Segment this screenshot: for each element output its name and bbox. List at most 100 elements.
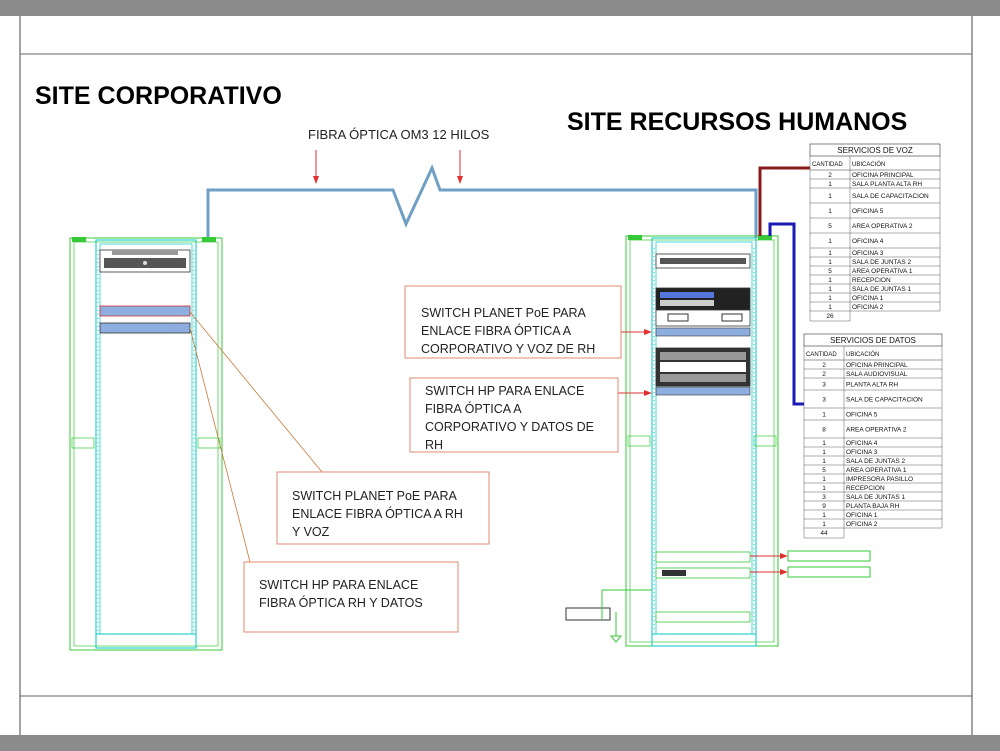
callout-hp-rh: SWITCH HP PARA ENLACE FIBRA ÓPTICA A COR…	[409, 377, 619, 453]
title-site-rh: SITE RECURSOS HUMANOS	[567, 108, 907, 136]
rh-callout-arrows	[618, 329, 652, 396]
table-row: 1 OFICINA 5	[804, 412, 942, 421]
table-total: 26	[826, 313, 834, 320]
table-row: 1 OFICINA 2	[804, 521, 942, 529]
fiber-optic-link	[206, 164, 758, 238]
table-cell-cantidad: 1	[828, 181, 832, 188]
table-cell-ubicacion: RECEPCION	[846, 485, 885, 492]
table-servicios-voz: SERVICIOS DE VOZ CANTIDAD UBICACIÓN 2 OFICIN…	[809, 143, 941, 322]
table-cell-ubicacion: SALA PLANTA ALTA RH	[852, 181, 922, 188]
callout-hp-corp: SWITCH HP PARA ENLACE FIBRA ÓPTICA RH Y …	[243, 561, 459, 633]
svg-text:FIBRA ÓPTICA RH Y DATOS: FIBRA ÓPTICA RH Y DATOS	[259, 595, 423, 610]
table-cell-cantidad: 2	[822, 371, 826, 378]
rack-rh-equipment	[655, 253, 751, 623]
table-row: 3 PLANTA ALTA RH	[804, 382, 942, 391]
table-cell-cantidad: 1	[822, 521, 826, 528]
table-header-ubicacion: UBICACIÓN	[852, 161, 885, 168]
table-cell-ubicacion: OFICINA PRINCIPAL	[852, 172, 914, 179]
table-cell-ubicacion: AREA OPERATIVA 2	[846, 427, 907, 434]
table-row: 1 OFICINA 2	[810, 304, 940, 312]
callout-planet-rh: SWITCH PLANET PoE PARA ENLACE FIBRA ÓPTI…	[404, 285, 622, 359]
table-cell-ubicacion: AREA OPERATIVA 1	[852, 268, 913, 275]
table-row: 1 RECEPCION	[810, 277, 940, 285]
fiber-label-arrows	[313, 150, 463, 184]
table-row: 9 PLANTA BAJA RH	[804, 503, 942, 511]
table-header-ubicacion: UBICACIÓN	[846, 351, 879, 358]
table-cell-cantidad: 1	[828, 259, 832, 266]
table-cell-ubicacion: OFICINA 2	[852, 304, 884, 311]
table-cell-ubicacion: OFICINA 5	[852, 208, 884, 215]
table-cell-cantidad: 1	[828, 286, 832, 293]
table-row: 1 RECEPCION	[804, 485, 942, 493]
table-row: 8 AREA OPERATIVA 2	[804, 427, 942, 439]
table-cell-cantidad: 3	[822, 397, 826, 404]
svg-text:ENLACE FIBRA ÓPTICA A: ENLACE FIBRA ÓPTICA A	[421, 323, 572, 338]
table-cell-ubicacion: OFICINA 3	[846, 449, 878, 456]
table-cell-cantidad: 3	[822, 382, 826, 389]
table-cell-cantidad: 3	[822, 494, 826, 501]
table-cell-cantidad: 5	[828, 268, 832, 275]
svg-text:Y VOZ: Y VOZ	[292, 525, 330, 539]
table-row: 1 SALA DE JUNTAS 1	[810, 286, 940, 294]
table-title: SERVICIOS DE VOZ	[837, 146, 913, 155]
table-row: 1 OFICINA 4	[810, 238, 940, 249]
rack-corporativo	[69, 237, 223, 651]
table-cell-cantidad: 5	[822, 467, 826, 474]
table-cell-cantidad: 1	[822, 512, 826, 519]
table-row: 2 OFICINA PRINCIPAL	[804, 362, 942, 370]
table-row: 3 SALA DE CAPACITACION	[804, 397, 942, 409]
table-cell-ubicacion: SALA DE CAPACITACION	[852, 193, 929, 200]
svg-text:SWITCH HP PARA ENLACE: SWITCH HP PARA ENLACE	[259, 578, 418, 592]
table-cell-ubicacion: OFICINA PRINCIPAL	[846, 362, 908, 369]
network-diagram: SITE CORPORATIVO SITE RECURSOS HUMANOS F…	[19, 16, 973, 735]
table-row: 2 OFICINA PRINCIPAL	[810, 172, 940, 180]
table-row: 1 OFICINA 3	[804, 449, 942, 457]
table-cell-cantidad: 1	[822, 440, 826, 447]
table-cell-cantidad: 2	[822, 362, 826, 369]
table-cell-ubicacion: SALA DE JUNTAS 1	[846, 494, 906, 501]
table-cell-cantidad: 9	[822, 503, 826, 510]
table-cell-cantidad: 1	[822, 476, 826, 483]
table-cell-ubicacion: AREA OPERATIVA 2	[852, 223, 913, 230]
table-cell-ubicacion: SALA DE JUNTAS 2	[852, 259, 912, 266]
datos-link	[768, 222, 804, 406]
table-row: 3 SALA DE JUNTAS 1	[804, 494, 942, 502]
voz-link	[758, 166, 810, 236]
table-cell-cantidad: 1	[828, 193, 832, 200]
table-cell-ubicacion: OFICINA 1	[852, 295, 884, 302]
svg-text:ENLACE FIBRA ÓPTICA A RH: ENLACE FIBRA ÓPTICA A RH	[292, 506, 463, 521]
table-cell-cantidad: 1	[828, 238, 832, 245]
table-cell-cantidad: 8	[822, 427, 826, 434]
table-header-cantidad: CANTIDAD	[812, 162, 843, 168]
table-cell-ubicacion: OFICINA 2	[846, 521, 878, 528]
table-cell-ubicacion: RECEPCION	[852, 277, 891, 284]
svg-text:SWITCH HP PARA ENLACE: SWITCH HP PARA ENLACE	[425, 384, 584, 398]
table-cell-cantidad: 1	[828, 208, 832, 215]
table-cell-ubicacion: OFICINA 3	[852, 250, 884, 257]
svg-text:CORPORATIVO Y VOZ DE RH: CORPORATIVO Y VOZ DE RH	[421, 342, 595, 356]
fiber-label: FIBRA ÓPTICA OM3 12 HILOS	[308, 127, 490, 142]
table-title: SERVICIOS DE DATOS	[830, 336, 916, 345]
table-cell-ubicacion: IMPRESORA PASILLO	[846, 476, 913, 483]
table-row: 1 SALA DE JUNTAS 2	[810, 259, 940, 267]
table-row: 5 AREA OPERATIVA 1	[810, 268, 940, 276]
table-cell-cantidad: 1	[828, 295, 832, 302]
table-cell-cantidad: 1	[822, 449, 826, 456]
table-total: 44	[820, 530, 828, 537]
table-row: 1 SALA PLANTA ALTA RH	[810, 181, 940, 189]
table-row: 5 AREA OPERATIVA 1	[804, 467, 942, 475]
table-row: 1 OFICINA 1	[810, 295, 940, 303]
table-row: 1 OFICINA 1	[804, 512, 942, 520]
svg-text:FIBRA ÓPTICA A: FIBRA ÓPTICA A	[425, 401, 522, 416]
table-cell-cantidad: 1	[828, 277, 832, 284]
svg-text:RH: RH	[425, 438, 443, 452]
svg-text:SWITCH PLANET PoE PARA: SWITCH PLANET PoE PARA	[421, 306, 587, 320]
table-cell-cantidad: 1	[822, 485, 826, 492]
table-cell-cantidad: 1	[828, 304, 832, 311]
table-cell-ubicacion: AREA OPERATIVA 1	[846, 467, 907, 474]
table-cell-ubicacion: SALA DE CAPACITACION	[846, 397, 923, 404]
table-servicios-datos: SERVICIOS DE DATOS CANTIDAD UBICACIÓN 2 OFIC…	[803, 333, 943, 539]
table-cell-cantidad: 1	[822, 458, 826, 465]
table-cell-ubicacion: OFICINA 1	[846, 512, 878, 519]
callout-planet-corp: SWITCH PLANET PoE PARA ENLACE FIBRA ÓPTI…	[276, 471, 490, 545]
